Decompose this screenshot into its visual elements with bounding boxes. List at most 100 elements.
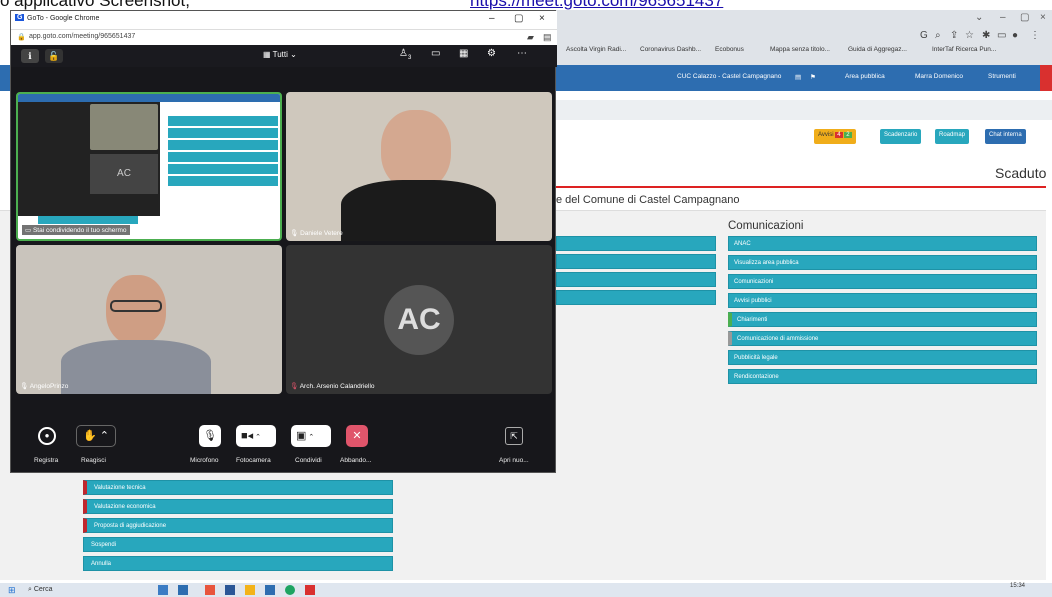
bookmark-5[interactable]: Guida di Aggregaz...	[848, 46, 907, 53]
tile-label: ▭ Stai condividendo il tuo schermo	[22, 225, 130, 235]
nav-strumenti[interactable]: Strumenti	[988, 73, 1016, 80]
leave-button[interactable]: ✕	[346, 425, 368, 447]
app-icon[interactable]	[305, 585, 315, 595]
nav-cuc[interactable]: CUC Calazzo - Castel Campagnano	[677, 73, 781, 80]
page-title: e del Comune di Castel Campagnano	[556, 194, 740, 206]
lock-icon[interactable]: 🔓	[45, 49, 63, 63]
list-item[interactable]: Proposta di aggiudicazione	[83, 518, 393, 533]
left-bar[interactable]	[556, 272, 716, 287]
sidebar-icon[interactable]: ▭	[997, 30, 1006, 41]
chrome-icon[interactable]	[285, 585, 295, 595]
tile-label: 🎙 Daniele Vetere	[290, 230, 343, 237]
google-icon[interactable]: G	[920, 30, 928, 41]
zoom-icon[interactable]: ⌕	[935, 30, 941, 41]
logout-button[interactable]	[1040, 65, 1052, 91]
roadmap-button[interactable]: Roadmap	[935, 129, 970, 144]
profile-icon[interactable]: ●	[1012, 30, 1018, 41]
chat-button[interactable]: Chat interna	[985, 129, 1026, 144]
comm-item-rendicontazione[interactable]: Rendicontazione	[728, 369, 1037, 384]
share-icon[interactable]: ⇪	[950, 30, 958, 41]
shared-thumb-bar	[168, 176, 278, 186]
star-icon[interactable]: ☆	[965, 30, 974, 41]
app-icon[interactable]	[225, 585, 235, 595]
shared-thumb-bar	[38, 216, 138, 224]
settings-gear-icon[interactable]: ⚙	[487, 48, 496, 59]
list-item[interactable]: Annulla	[83, 556, 393, 571]
comm-item-pubblicita[interactable]: Pubblicità legale	[728, 350, 1037, 365]
comm-item-ammissione[interactable]: Comunicazione di ammissione	[728, 331, 1037, 346]
list-item[interactable]: Valutazione tecnica	[83, 480, 393, 495]
doc-link[interactable]: https://meet.goto.com/965651437	[470, 0, 723, 10]
app-icon[interactable]	[265, 585, 275, 595]
comm-item-comunicazioni[interactable]: Comunicazioni	[728, 274, 1037, 289]
flag-icon[interactable]: ⚑	[810, 73, 816, 81]
list-item[interactable]: Valutazione economica	[83, 499, 393, 514]
view-selector[interactable]: ▦ Tutti ⌄	[263, 50, 297, 59]
maximize-icon[interactable]: ▢	[514, 13, 523, 24]
info-icon[interactable]: ℹ	[21, 49, 39, 63]
control-label-apri: Apri nuo...	[499, 457, 529, 464]
comm-item-anac[interactable]: ANAC	[728, 236, 1037, 251]
avvisi-button[interactable]: Avvisi 4 2	[814, 129, 856, 144]
left-bar[interactable]	[556, 254, 716, 269]
app-icon[interactable]	[205, 585, 215, 595]
bookmark-1[interactable]: Ascolta Virgin Radi...	[566, 46, 626, 53]
close-icon[interactable]: ×	[539, 13, 545, 24]
more-icon[interactable]: ⋯	[517, 48, 527, 59]
tile-label: 🎙 Arch. Arsenio Calandriello	[290, 382, 375, 390]
list-icon[interactable]: ▤	[795, 73, 801, 81]
notes-icon[interactable]: ▦	[459, 48, 468, 59]
close-icon[interactable]: ×	[1040, 12, 1046, 23]
nav-area-pubblica[interactable]: Area pubblica	[845, 73, 885, 80]
app-icon[interactable]	[245, 585, 255, 595]
maximize-icon[interactable]: ▢	[1020, 12, 1029, 23]
extensions-icon[interactable]: ✱	[982, 30, 990, 41]
scadenzario-button[interactable]: Scadenzario	[880, 129, 922, 144]
minimize-icon[interactable]: –	[489, 13, 495, 24]
bookmark-4[interactable]: Mappa senza titolo...	[770, 46, 830, 53]
breadcrumb-bar	[556, 100, 1052, 120]
address-bar: 🔒 app.goto.com/meeting/965651437 ▰ ▤	[11, 29, 557, 45]
tile-daniele-vetere[interactable]: 🎙 Daniele Vetere	[286, 92, 552, 241]
chevron-down-icon[interactable]: ⌄	[975, 12, 983, 23]
avatar: AC	[384, 285, 454, 355]
minimize-icon[interactable]: –	[1000, 12, 1006, 23]
tile-arsenio-calandriello[interactable]: AC 🎙 Arch. Arsenio Calandriello	[286, 245, 552, 394]
bookmark-6[interactable]: InterTaf Ricerca Pun...	[932, 46, 996, 53]
goto-meeting-window: G GoTo - Google Chrome – ▢ × 🔒 app.goto.…	[10, 10, 557, 473]
left-bar[interactable]	[556, 236, 716, 251]
comm-item-avvisi[interactable]: Avvisi pubblici	[728, 293, 1037, 308]
app-icon[interactable]	[178, 585, 188, 595]
taskbar-search[interactable]: ⌕ Cerca	[28, 586, 53, 594]
comm-item-chiarimenti[interactable]: Chiarimenti	[728, 312, 1037, 327]
tile-screen-share[interactable]: AC ▭ Stai condividendo il tuo schermo	[16, 92, 282, 241]
left-bar[interactable]	[556, 290, 716, 305]
windows-start-icon[interactable]: ⊞	[8, 585, 16, 596]
nav-user[interactable]: Marra Domenico	[915, 73, 963, 80]
chat-icon[interactable]: ▭	[431, 48, 440, 59]
menu-icon[interactable]: ⋮	[1030, 30, 1040, 41]
microphone-button[interactable]: 🎙	[199, 425, 221, 447]
tile-label-text: Stai condividendo il tuo schermo	[32, 227, 127, 234]
tile-label-text: Arch. Arsenio Calandriello	[299, 383, 375, 390]
popout-icon[interactable]: ⇱	[505, 427, 523, 445]
camera-button[interactable]: ■◂ ⌃	[236, 425, 276, 447]
tile-angelo-prinzo[interactable]: 🎙 AngeloPrinzo	[16, 245, 282, 394]
participants-icon[interactable]: ♙3	[399, 48, 411, 61]
cast-icon[interactable]: ▰	[527, 32, 534, 43]
share-screen-button[interactable]: ▣ ⌃	[291, 425, 331, 447]
shared-thumb-bar	[168, 140, 278, 150]
app-icon[interactable]	[158, 585, 168, 595]
list-item[interactable]: Sospendi	[83, 537, 393, 552]
tile-label-text: Daniele Vetere	[300, 230, 343, 237]
bookmark-3[interactable]: Ecobonus	[715, 46, 744, 53]
record-button[interactable]: ●	[38, 427, 56, 445]
url-text[interactable]: app.goto.com/meeting/965651437	[29, 33, 135, 40]
comm-item-area-pubblica[interactable]: Visualizza area pubblica	[728, 255, 1037, 270]
reactions-button[interactable]: ✋ ⌃	[76, 425, 116, 447]
shared-screen-header	[18, 94, 280, 102]
install-icon[interactable]: ▤	[543, 32, 552, 43]
bookmark-2[interactable]: Coronavirus Dashb...	[640, 46, 701, 53]
participant-body	[341, 180, 496, 241]
goto-logo-icon: G	[15, 14, 25, 21]
